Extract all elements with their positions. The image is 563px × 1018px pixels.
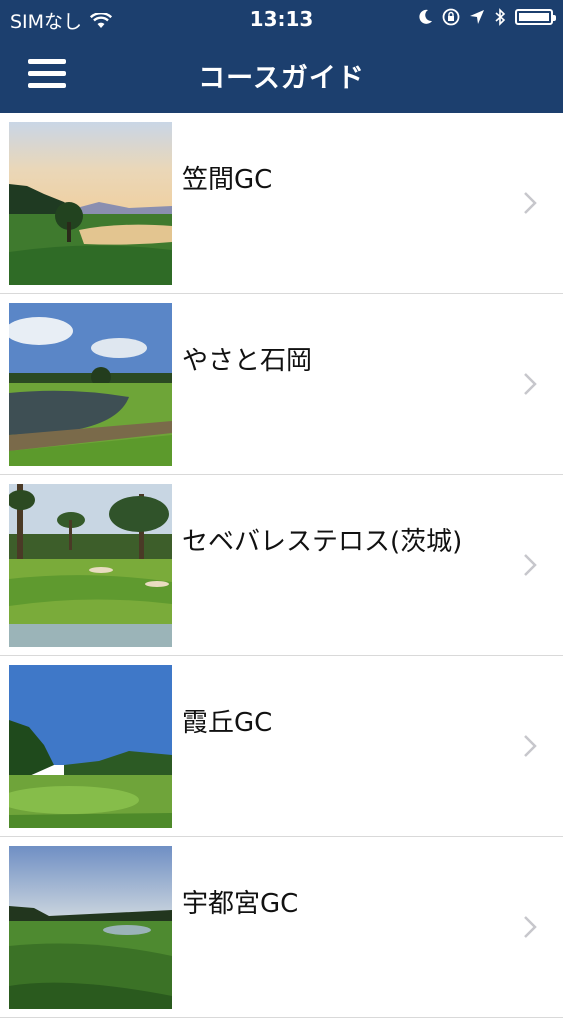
list-item[interactable]: やさと石岡 [0,294,563,475]
bluetooth-icon [495,8,506,26]
rotation-lock-icon [442,8,460,26]
list-item[interactable]: 笠間GC [0,113,563,294]
battery-icon [515,9,556,25]
course-name: やさと石岡 [182,346,313,376]
chevron-right-icon [524,554,537,576]
status-bar: SIMなし 13:13 [0,0,563,38]
course-thumbnail [9,846,172,1009]
course-thumbnail [9,122,172,285]
moon-icon [419,9,432,24]
course-name: 霞丘GC [182,708,273,738]
course-name: 宇都宮GC [182,889,299,919]
course-name: セベバレステロス(茨城) [182,527,463,557]
app-header: SIMなし 13:13 コースガイド [0,0,563,113]
course-thumbnail [9,303,172,466]
list-item[interactable]: 霞丘GC [0,656,563,837]
course-thumbnail [9,484,172,647]
course-list: 笠間GC やさと石岡 セベバレステロス(茨城) 霞丘GC 宇都宮GC [0,113,563,1018]
page-title: コースガイド [198,63,365,94]
chevron-right-icon [524,192,537,214]
location-arrow-icon [470,10,484,24]
chevron-right-icon [524,916,537,938]
chevron-right-icon [524,735,537,757]
chevron-right-icon [524,373,537,395]
navigation-bar: コースガイド [0,38,563,113]
course-name: 笠間GC [182,165,273,195]
list-item[interactable]: 宇都宮GC [0,837,563,1018]
course-thumbnail [9,665,172,828]
list-item[interactable]: セベバレステロス(茨城) [0,475,563,656]
